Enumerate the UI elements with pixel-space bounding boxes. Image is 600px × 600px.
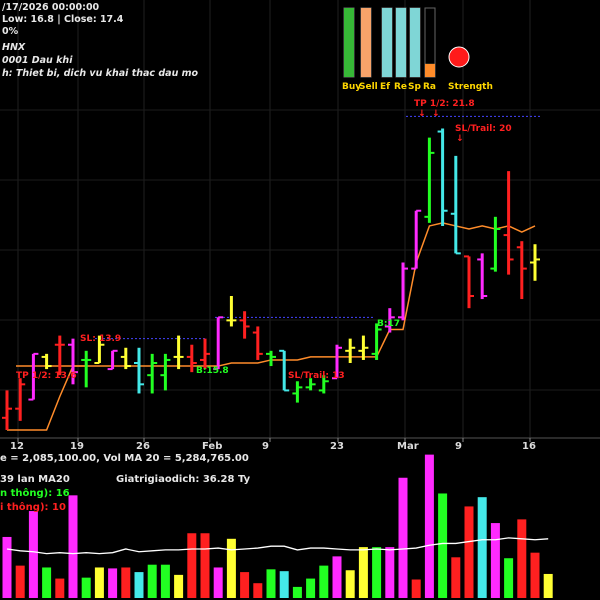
volume-bar	[213, 567, 223, 598]
volume-bar	[424, 454, 434, 598]
volume-bar	[504, 558, 514, 598]
header-industry: h: Thiet bi, dich vu khai thac dau mo	[2, 68, 199, 79]
strength-bar-fill	[396, 8, 406, 77]
volume-bar	[306, 578, 316, 598]
x-tick-label: 19	[70, 441, 84, 452]
tp1-arrow-2: ↓	[432, 109, 440, 119]
volume-bar	[332, 556, 342, 598]
strength-bar-fill	[410, 8, 420, 77]
strength-label: Strength	[448, 82, 493, 92]
volume-bar	[411, 579, 421, 598]
volume-info-line1: e = 2,085,100.00, Vol MA 20 = 5,284,765.…	[0, 453, 249, 464]
tp1-arrow: ↓	[418, 109, 426, 119]
x-tick-label: 12	[10, 441, 24, 452]
volume-bar	[372, 547, 382, 598]
volume-bar	[464, 506, 474, 598]
volume-bar	[81, 577, 91, 598]
strength-bar-label: Ef	[380, 82, 390, 92]
x-tick-label: 23	[330, 441, 344, 452]
volume-bar	[319, 565, 329, 598]
volume-bar	[174, 574, 184, 598]
strength-bar-label: Re	[394, 82, 407, 92]
volume-bar	[55, 578, 65, 598]
volume-bar	[28, 511, 38, 598]
price-volume-chart: 12 19 26 Feb 9 23 Mar 9 16 BuySell Ef Re Sp Ra Stren…	[0, 0, 600, 600]
b1-annotation: B:15.8	[196, 366, 229, 376]
volume-bar	[187, 533, 197, 598]
volume-bar	[266, 569, 276, 598]
volume-bar	[517, 519, 527, 598]
sl-trail1-arrow: ↓	[456, 134, 464, 144]
volume-bar	[121, 567, 131, 598]
volume-bar	[385, 547, 395, 598]
strength-bar-fill-accent	[425, 63, 435, 77]
x-tick-label: Mar	[397, 441, 419, 452]
volume-bar	[226, 538, 236, 598]
volume-bar	[477, 497, 487, 598]
volume-bar	[68, 495, 78, 598]
header-date: /17/2026 00:00:00	[2, 2, 100, 13]
volume-bar	[94, 567, 104, 598]
volume-bar	[147, 564, 157, 598]
volume-info-ma-ratio: 39 lan MA20	[0, 474, 70, 485]
x-tick-label: Feb	[202, 441, 222, 452]
volume-bar	[543, 573, 553, 598]
volume-bar	[490, 523, 500, 598]
strength-bar-label: Ra	[423, 82, 436, 92]
header-symbol-name: 0001 Dau khi	[2, 55, 73, 66]
header-low-close: Low: 16.8 | Close: 17.4	[2, 14, 124, 25]
volume-bar	[42, 567, 52, 598]
volume-bar	[160, 564, 170, 598]
strength-bar-fill	[361, 8, 371, 77]
tp1-annotation: TP 1/2: 21.8	[414, 99, 475, 109]
header-exchange: HNX	[2, 42, 26, 53]
volume-bar	[15, 565, 25, 598]
b2-annotation: B:17	[377, 319, 400, 329]
volume-bar	[438, 493, 448, 598]
volume-bar	[134, 572, 144, 598]
volume-bar	[240, 572, 250, 598]
volume-bar	[108, 568, 118, 598]
volume-info-down-count: i thông): 10	[0, 502, 66, 513]
strength-bar-label: Sp	[408, 82, 421, 92]
header-change: 0%	[2, 26, 19, 37]
volume-bar	[200, 533, 210, 598]
volume-bar	[451, 557, 461, 598]
volume-bar	[358, 547, 368, 598]
strength-bar-label: Sell	[359, 82, 378, 92]
volume-bar	[398, 477, 408, 598]
volume-info-up-count: n thông): 16	[0, 488, 70, 499]
volume-bar	[2, 536, 12, 598]
x-tick-label: 26	[136, 441, 150, 452]
sl-trail2-annotation: SL/Trail: 13	[288, 371, 345, 381]
strength-indicator-dot	[448, 46, 470, 68]
x-tick-label: 9	[455, 441, 462, 452]
sl-trail1-annotation: SL/Trail: 20	[455, 124, 512, 134]
x-tick-label: 9	[262, 441, 269, 452]
strength-bar-fill	[382, 8, 392, 77]
volume-bar	[530, 552, 540, 598]
volume-bar	[292, 586, 302, 598]
x-tick-label: 16	[522, 441, 536, 452]
volume-bar	[345, 570, 355, 598]
volume-bar	[253, 583, 263, 598]
strength-bar-fill	[344, 8, 354, 77]
volume-info-value: Giatrigiaodich: 36.28 Ty	[116, 474, 251, 485]
volume-bar	[279, 571, 289, 598]
tp2-annotation: TP 1/2: 13.6	[16, 371, 77, 381]
sl1-annotation: SL: 13.9	[80, 334, 121, 344]
